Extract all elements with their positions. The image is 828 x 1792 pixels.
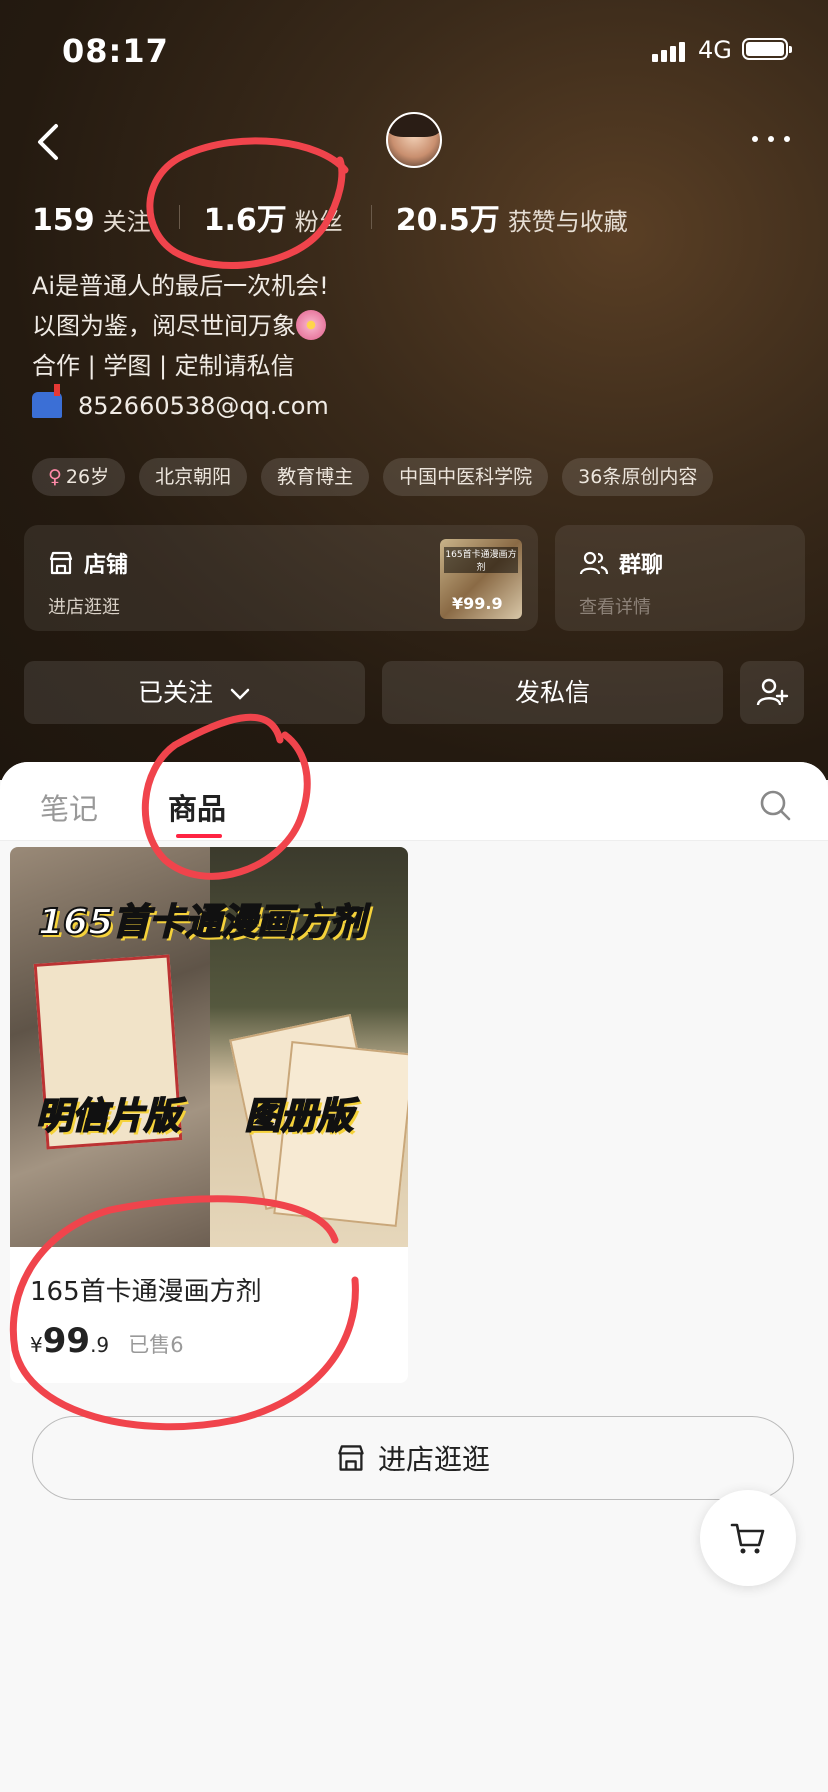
likes-count[interactable]: 20.5万	[396, 195, 500, 239]
status-bar: 08:17 4G	[0, 30, 828, 70]
bio-line-3: 合作 | 学图 | 定制请私信	[32, 352, 295, 380]
product-image: 165首卡通漫画方剂 明信片版 图册版	[10, 847, 408, 1247]
shop-card-subtitle: 进店逛逛	[48, 597, 120, 618]
shop-icon	[49, 551, 73, 575]
avatar[interactable]	[386, 112, 442, 168]
badge-postcard: 明信片版	[35, 1095, 181, 1138]
group-icon	[579, 551, 609, 575]
badge-album: 图册版	[244, 1095, 354, 1138]
following-label[interactable]: 关注	[103, 202, 151, 237]
bio-email: 852660538@qq.com	[78, 392, 329, 420]
status-time: 08:17	[62, 32, 169, 70]
tag-location: 北京朝阳	[139, 458, 248, 496]
cart-button[interactable]	[700, 1490, 796, 1586]
product-name: 165首卡通漫画方剂	[30, 1277, 262, 1307]
battery-icon	[742, 38, 792, 60]
tag-age: ♀ 26岁	[32, 458, 126, 496]
bio-line-2: 以图为鉴，阅尽世间万象	[32, 312, 296, 340]
fans-label[interactable]: 粉丝	[295, 202, 343, 237]
shop-thumbnail: 165首卡通漫画方剂 ¥99.9	[440, 539, 522, 619]
mailbox-icon	[32, 384, 62, 418]
network-label: 4G	[698, 36, 732, 64]
product-image-banner: 165首卡通漫画方剂	[37, 901, 366, 944]
signal-icon	[652, 40, 685, 62]
bio-line-1: Ai是普通人的最后一次机会!	[32, 272, 329, 300]
back-icon[interactable]	[32, 120, 68, 164]
fans-count[interactable]: 1.6万	[204, 195, 287, 239]
add-user-icon	[756, 678, 789, 706]
group-card-subtitle: 查看详情	[579, 597, 651, 618]
cart-icon	[730, 1523, 765, 1554]
following-button[interactable]: 已关注	[24, 661, 365, 724]
add-friend-button[interactable]	[740, 661, 804, 724]
group-card-title: 群聊	[619, 553, 664, 578]
visit-shop-button[interactable]: 进店逛逛	[32, 1416, 794, 1500]
tab-goods[interactable]: 商品	[168, 786, 226, 838]
group-chat-card[interactable]: 群聊 查看详情	[555, 525, 805, 631]
tab-notes[interactable]: 笔记	[40, 786, 98, 828]
flower-icon	[296, 310, 326, 340]
tab-bar: 笔记 商品	[0, 762, 828, 841]
product-price: ¥99.9 已售6	[30, 1321, 184, 1361]
tag-role: 教育博主	[261, 458, 370, 496]
search-icon[interactable]	[758, 788, 792, 822]
shop-icon	[338, 1445, 364, 1471]
shop-card-title: 店铺	[84, 553, 129, 578]
bio: Ai是普通人的最后一次机会! 以图为鉴，阅尽世间万象 合作 | 学图 | 定制请…	[32, 266, 329, 426]
content-sheet: 笔记 商品 165首卡通漫画方剂 明信片版 图册版 165首卡通漫画方剂 ¥99…	[0, 762, 828, 1792]
shop-card[interactable]: 店铺 进店逛逛 165首卡通漫画方剂 ¥99.9	[24, 525, 538, 631]
tag-institution: 中国中医科学院	[383, 458, 549, 496]
following-count[interactable]: 159	[32, 203, 95, 238]
more-icon[interactable]	[752, 136, 790, 142]
message-button[interactable]: 发私信	[382, 661, 723, 724]
tag-list: ♀ 26岁 北京朝阳 教育博主 中国中医科学院 36条原创内容	[32, 458, 714, 496]
sold-count: 已售6	[128, 1333, 184, 1357]
profile-header: 08:17 4G 159 关注 1.6万 粉丝 20.5万 获赞与收藏 Ai是普…	[0, 0, 828, 780]
chevron-down-icon	[230, 688, 250, 700]
product-card[interactable]: 165首卡通漫画方剂 明信片版 图册版 165首卡通漫画方剂 ¥99.9 已售6	[10, 847, 408, 1383]
tag-original-count: 36条原创内容	[562, 458, 714, 496]
stats-row: 159 关注 1.6万 粉丝 20.5万 获赞与收藏	[32, 195, 656, 239]
female-icon: ♀	[48, 466, 62, 488]
likes-label[interactable]: 获赞与收藏	[508, 202, 628, 237]
